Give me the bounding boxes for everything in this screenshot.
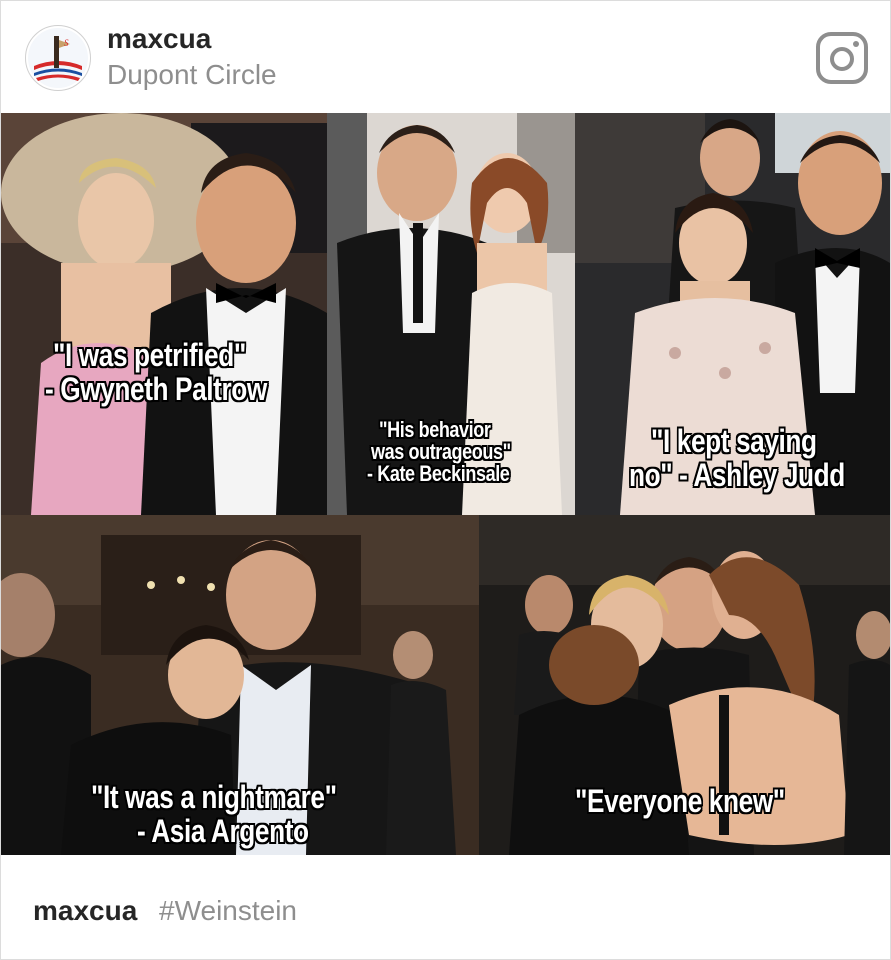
photo-paltrow-scene	[1, 113, 327, 515]
caption-judd-line1: "I kept saying	[651, 423, 817, 459]
collage-panel-beckinsale: "His behavior was outrageous" - Kate Bec…	[327, 113, 575, 515]
caption-paltrow-quote: "I was petrified"	[53, 337, 246, 373]
instagram-icon[interactable]	[816, 32, 868, 84]
profile-avatar[interactable]: S	[25, 25, 91, 91]
collage-panel-judd: "I kept saying no" - Ashley Judd	[575, 113, 890, 515]
collage-panel-everyone: "Everyone knew"	[479, 515, 890, 855]
caption-beckinsale-line3: - Kate Beckinsale	[367, 461, 510, 486]
caption-argento-name: - Asia Argento	[137, 813, 309, 849]
avatar-logo-icon: S	[28, 28, 88, 88]
collage-panel-argento: "It was a nightmare" - Asia Argento	[1, 515, 479, 855]
caption-username[interactable]: maxcua	[33, 895, 137, 927]
caption-everyone-knew: "Everyone knew"	[575, 783, 785, 819]
caption-paltrow-name: - Gwyneth Paltrow	[45, 371, 267, 407]
svg-text:S: S	[64, 38, 69, 48]
post-username[interactable]: maxcua	[107, 23, 211, 55]
caption-argento-quote: "It was a nightmare"	[91, 779, 337, 815]
caption-judd-line2: no" - Ashley Judd	[629, 457, 845, 493]
instagram-post-card: S maxcua Dupont Circle "I was petrified"…	[0, 0, 891, 960]
post-image-collage[interactable]: "I was petrified" - Gwyneth Paltrow "His…	[1, 113, 890, 855]
caption-hashtag[interactable]: #Weinstein	[159, 895, 297, 927]
post-location[interactable]: Dupont Circle	[107, 59, 277, 91]
collage-panel-paltrow: "I was petrified" - Gwyneth Paltrow	[1, 113, 327, 515]
post-header: S maxcua Dupont Circle	[1, 1, 890, 113]
